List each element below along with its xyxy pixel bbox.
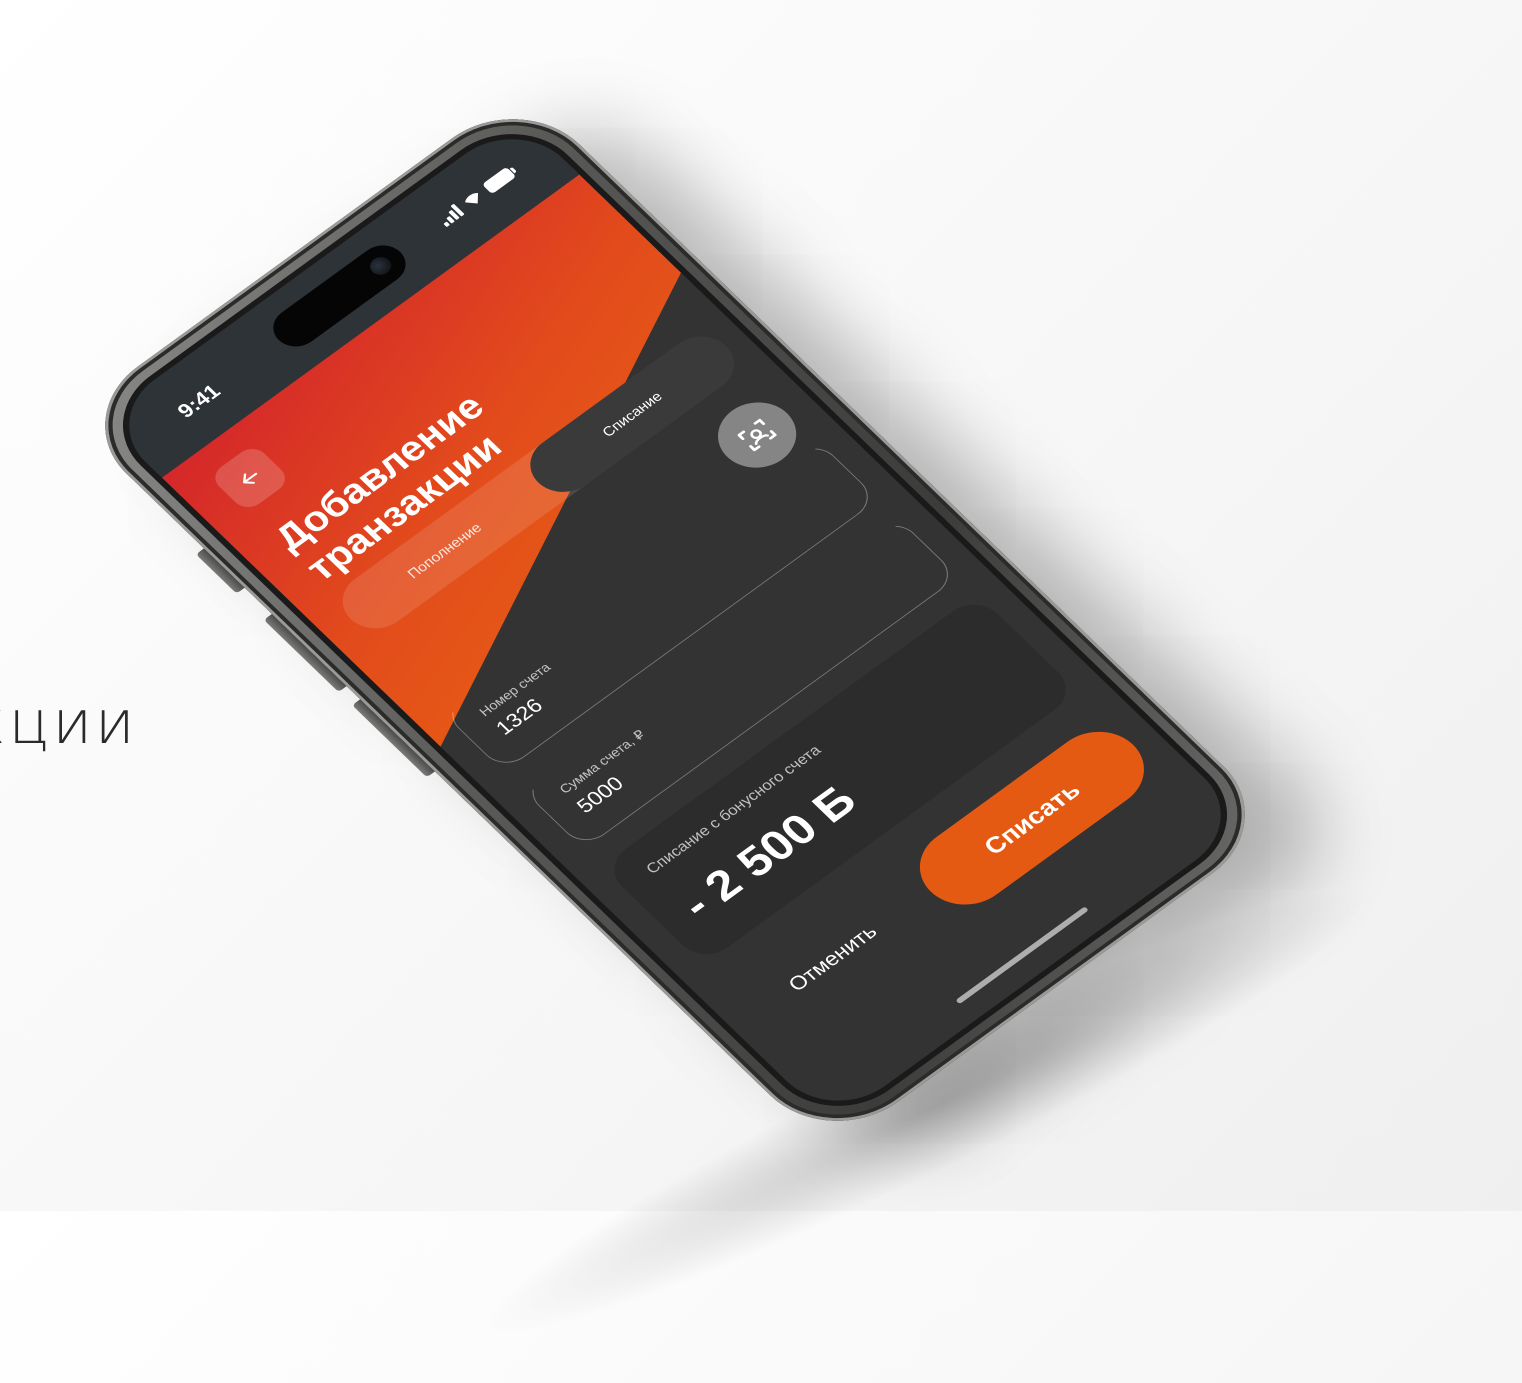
battery-icon [481,166,517,195]
arrow-left-icon [243,472,258,484]
status-time: 9:41 [172,379,226,423]
scan-icon [737,418,777,452]
wifi-icon [465,192,479,204]
phone-mockup: 9:41 Добавление транзакции Пополнение Сп… [68,88,1282,1152]
home-indicator [955,906,1089,1005]
status-icons [436,166,517,228]
cancel-button[interactable]: Отменить [778,916,888,1001]
signal-icon [436,203,465,228]
stage: 9:41 Добавление транзакции Пополнение Сп… [0,0,1522,1211]
